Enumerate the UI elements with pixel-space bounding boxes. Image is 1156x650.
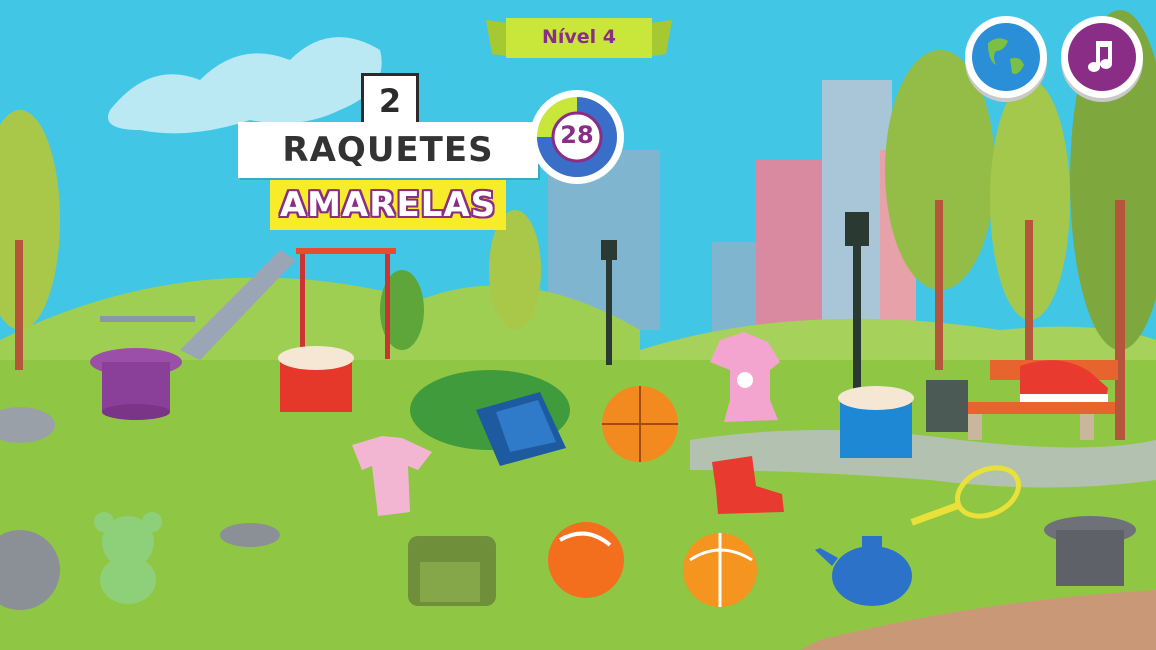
orange-beach-ball[interactable] xyxy=(548,522,624,598)
globe-icon xyxy=(972,23,1040,91)
green-backpack[interactable] xyxy=(408,536,496,606)
language-button[interactable] xyxy=(965,16,1047,98)
orange-volleyball[interactable] xyxy=(683,533,757,607)
red-drum[interactable] xyxy=(278,346,354,412)
music-button[interactable] xyxy=(1061,16,1143,98)
target-count: 2 xyxy=(361,73,419,129)
target-color: AMARELAS xyxy=(270,180,506,230)
blue-drum[interactable] xyxy=(838,386,914,458)
target-item: RAQUETES xyxy=(238,122,538,178)
gray-top-hat[interactable] xyxy=(1044,516,1136,586)
orange-basketball[interactable] xyxy=(602,386,678,462)
globe-icon-graphic xyxy=(976,27,1036,87)
music-note-graphic xyxy=(1088,41,1112,72)
purple-top-hat[interactable] xyxy=(90,348,182,420)
music-note-icon xyxy=(1068,23,1136,91)
level-label: Nível 4 xyxy=(541,26,617,48)
level-banner: Nível 4 xyxy=(486,14,672,66)
countdown-timer: 28 xyxy=(528,88,626,186)
timer-seconds: 28 xyxy=(560,121,594,149)
